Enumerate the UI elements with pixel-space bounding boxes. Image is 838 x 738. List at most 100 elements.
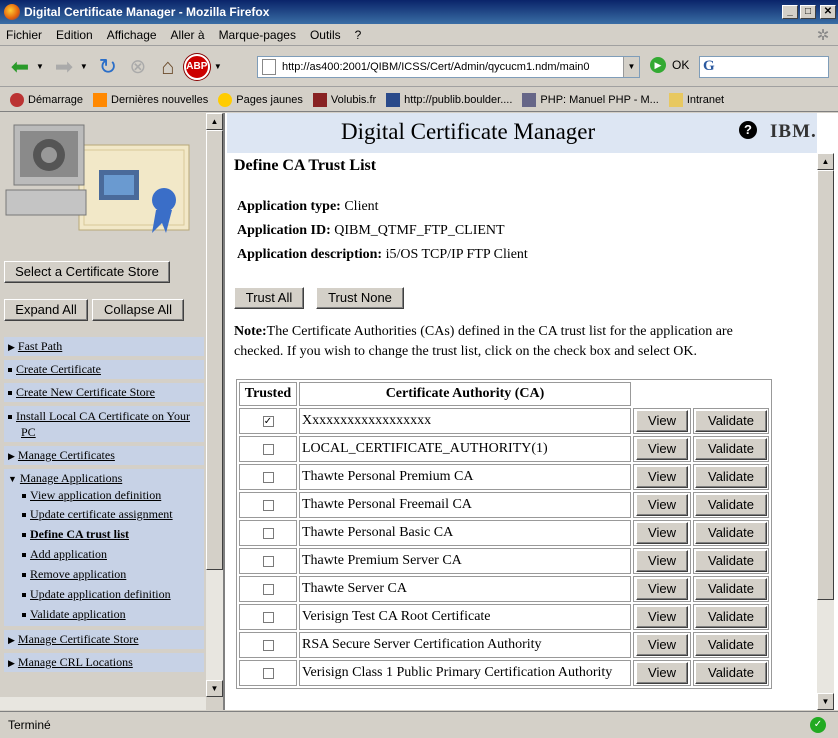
validate-button[interactable]: Validate (695, 466, 767, 488)
back-history-dropdown[interactable]: ▼ (36, 62, 44, 71)
validate-button[interactable]: Validate (695, 494, 767, 516)
forward-history-dropdown[interactable]: ▼ (80, 62, 88, 71)
bullet-icon (22, 513, 26, 518)
menu-marque-pages[interactable]: Marque-pages (219, 28, 296, 42)
view-button[interactable]: View (636, 634, 688, 656)
validate-button[interactable]: Validate (695, 438, 767, 460)
nav-remove-application[interactable]: Remove application (22, 564, 200, 584)
nav-manage-applications[interactable]: ▼ Manage Applications View application de… (4, 469, 204, 626)
adblock-dropdown[interactable]: ▼ (214, 62, 222, 71)
view-button[interactable]: View (636, 606, 688, 628)
close-button[interactable]: ✕ (820, 5, 836, 19)
view-button[interactable]: View (636, 438, 688, 460)
bookmark-dernieres-nouvelles[interactable]: Dernières nouvelles (93, 92, 208, 107)
trusted-checkbox[interactable] (262, 443, 274, 455)
ca-name: Xxxxxxxxxxxxxxxxxx (302, 413, 432, 428)
view-button[interactable]: View (636, 662, 688, 684)
validate-button[interactable]: Validate (695, 578, 767, 600)
back-button[interactable]: ⬅ (6, 53, 34, 81)
trusted-checkbox[interactable] (262, 555, 274, 567)
ca-name-cell: Thawte Personal Premium CA (299, 464, 631, 490)
scroll-down-button[interactable]: ▼ (206, 680, 223, 697)
expand-all-button[interactable]: Expand All (4, 299, 88, 321)
trusted-checkbox[interactable] (262, 499, 274, 511)
menu-help[interactable]: ? (355, 28, 362, 42)
validate-button[interactable]: Validate (695, 634, 767, 656)
nav-add-application[interactable]: Add application (22, 544, 200, 564)
left-frame-horizontal-scrollbar[interactable] (0, 697, 206, 710)
forward-button[interactable]: ➡ (50, 53, 78, 81)
scroll-thumb[interactable] (817, 170, 834, 600)
trusted-checkbox[interactable] (262, 527, 274, 539)
validate-button[interactable]: Validate (695, 662, 767, 684)
scroll-down-button[interactable]: ▼ (817, 693, 834, 710)
bookmark-volubis[interactable]: Volubis.fr (312, 92, 376, 107)
menu-outils[interactable]: Outils (310, 28, 341, 42)
trust-all-button[interactable]: Trust All (234, 287, 304, 309)
nav-define-ca-trust-list[interactable]: Define CA trust list (22, 524, 200, 544)
view-button[interactable]: View (636, 578, 688, 600)
home-button[interactable]: ⌂ (154, 53, 182, 81)
menu-fichier[interactable]: Fichier (6, 28, 42, 42)
scroll-up-button[interactable]: ▲ (206, 113, 223, 130)
select-certificate-store-button[interactable]: Select a Certificate Store (4, 261, 170, 283)
nav-manage-crl-locations[interactable]: ▶ Manage CRL Locations (4, 653, 204, 672)
view-button[interactable]: View (636, 494, 688, 516)
nav-manage-certificates[interactable]: ▶ Manage Certificates (4, 446, 204, 465)
table-row: Thawte Personal Premium CA View Validate (239, 464, 769, 490)
validate-button[interactable]: Validate (695, 606, 767, 628)
nav-manage-certificate-store[interactable]: ▶ Manage Certificate Store (4, 630, 204, 649)
scroll-thumb[interactable] (206, 130, 223, 570)
adblock-plus-button[interactable]: ABP (183, 53, 210, 80)
table-row: Thawte Personal Freemail CA View Validate (239, 492, 769, 518)
url-bar[interactable]: http://as400:2001/QIBM/ICSS/Cert/Admin/q… (257, 56, 640, 78)
menu-affichage[interactable]: Affichage (107, 28, 157, 42)
view-button[interactable]: View (636, 410, 688, 432)
menu-aller[interactable]: Aller à (171, 28, 205, 42)
left-frame-scrollbar[interactable]: ▲ ▼ (206, 113, 223, 697)
scroll-up-button[interactable]: ▲ (817, 153, 834, 170)
go-button[interactable]: ▶ OK (650, 57, 689, 73)
bookmark-php[interactable]: PHP: Manuel PHP - M... (522, 92, 659, 107)
reload-button[interactable]: ↻ (94, 53, 122, 81)
validate-button[interactable]: Validate (695, 522, 767, 544)
main-frame-scrollbar[interactable]: ▲ ▼ (817, 153, 834, 710)
search-input[interactable]: G (699, 56, 829, 78)
bookmark-demarrage[interactable]: Démarrage (10, 92, 83, 107)
view-button[interactable]: View (636, 466, 688, 488)
stop-button[interactable]: ⊗ (124, 53, 152, 81)
trust-none-button[interactable]: Trust None (316, 287, 404, 309)
help-icon[interactable]: ? (739, 121, 757, 139)
nav-update-app-definition[interactable]: Update application definition (22, 584, 200, 604)
trusted-checkbox[interactable] (262, 667, 274, 679)
validate-button[interactable]: Validate (695, 410, 767, 432)
nav-view-app-definition[interactable]: View application definition (22, 486, 200, 504)
trusted-checkbox[interactable] (262, 611, 274, 623)
collapse-triangle-icon: ▼ (8, 474, 17, 484)
nav-create-store[interactable]: Create New Certificate Store (4, 383, 204, 402)
view-button[interactable]: View (636, 550, 688, 572)
nav-create-certificate[interactable]: Create Certificate (4, 360, 204, 379)
trusted-cell (239, 632, 297, 658)
minimize-button[interactable]: _ (782, 5, 798, 19)
trusted-checkbox[interactable] (262, 583, 274, 595)
validate-cell: Validate (693, 576, 769, 602)
url-dropdown-button[interactable]: ▼ (623, 57, 639, 77)
trusted-checkbox[interactable] (262, 471, 274, 483)
bullet-icon (8, 368, 12, 373)
trusted-checkbox[interactable]: ✓ (262, 415, 274, 427)
bookmark-intranet[interactable]: Intranet (668, 92, 724, 107)
menu-edition[interactable]: Edition (56, 28, 93, 42)
trusted-cell (239, 464, 297, 490)
trusted-checkbox[interactable] (262, 639, 274, 651)
nav-install-ca[interactable]: Install Local CA Certificate on Your PC (4, 406, 204, 442)
view-button[interactable]: View (636, 522, 688, 544)
collapse-all-button[interactable]: Collapse All (92, 299, 184, 321)
nav-fast-path[interactable]: ▶ Fast Path (4, 337, 204, 356)
nav-update-cert-assignment[interactable]: Update certificate assignment (22, 504, 200, 524)
nav-validate-application[interactable]: Validate application (22, 604, 200, 624)
bookmark-publib[interactable]: http://publib.boulder.... (386, 92, 512, 107)
maximize-button[interactable]: □ (800, 5, 816, 19)
bookmark-pages-jaunes[interactable]: Pages jaunes (218, 92, 303, 107)
validate-button[interactable]: Validate (695, 550, 767, 572)
